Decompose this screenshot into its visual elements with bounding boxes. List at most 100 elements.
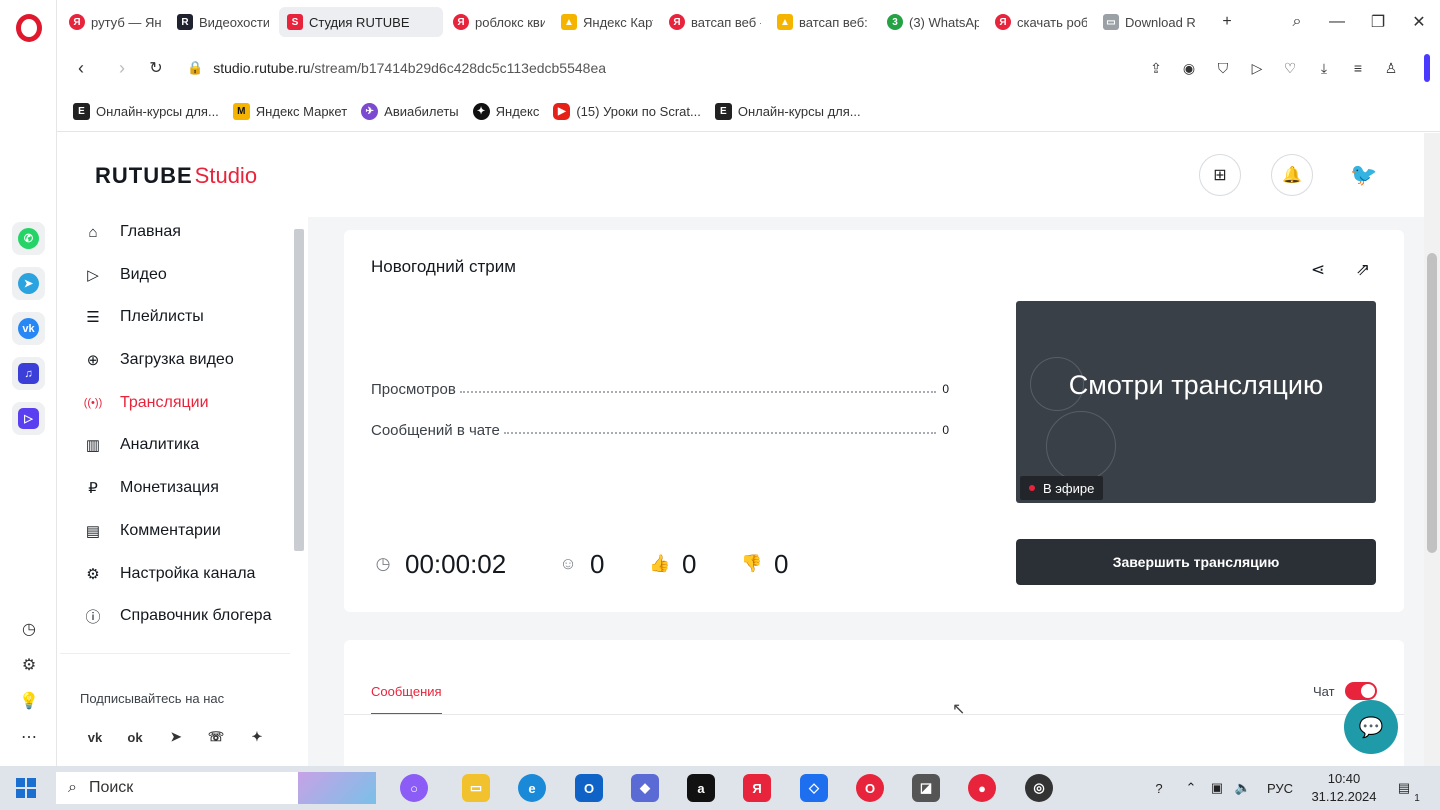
bookmark-item[interactable]: E Онлайн-курсы для... xyxy=(714,103,861,120)
nav-item-blogger-guide[interactable]: ⓘ Справочник блогера xyxy=(82,601,271,631)
nav-item-playlists[interactable]: ☰ Плейлисты xyxy=(82,302,204,332)
chat-toggle[interactable] xyxy=(1345,682,1377,700)
nav-item-channel-settings[interactable]: ⚙ Настройка канала xyxy=(82,559,255,589)
browser-tab-active[interactable]: S Студия RUTUBE xyxy=(279,7,443,37)
support-chat-button[interactable]: 💬 xyxy=(1344,700,1398,754)
url-field[interactable]: 🔒 studio.rutube.ru/stream/b17414b29d6c42… xyxy=(187,52,1247,84)
nav-item-video[interactable]: ▷ Видео xyxy=(82,260,167,290)
notifications-button[interactable]: 🔔 xyxy=(1271,154,1313,196)
help-tray-icon[interactable]: ? xyxy=(1146,778,1172,798)
edge-browser-icon[interactable]: e xyxy=(518,774,546,802)
video-sidebar-button[interactable]: ▷ xyxy=(12,402,45,435)
nav-item-monetization[interactable]: ₽ Монетизация xyxy=(82,473,219,503)
more-icon[interactable]: ⋯ xyxy=(17,725,41,749)
obs-studio-icon[interactable]: ◎ xyxy=(1025,774,1053,802)
telegram-sidebar-button[interactable]: ➤ xyxy=(12,267,45,300)
tab-messages[interactable]: Сообщения xyxy=(371,684,442,714)
chevron-up-icon[interactable]: ⌃ xyxy=(1180,778,1202,798)
restore-icon[interactable]: ❐ xyxy=(1366,10,1390,34)
browser-tab[interactable]: Яроблокс кви xyxy=(445,7,553,37)
bookmark-item[interactable]: ✦ Яндекс xyxy=(472,103,539,120)
share-page-icon[interactable]: ⇪ xyxy=(1145,57,1167,79)
volume-icon[interactable]: 🔈 xyxy=(1232,778,1254,798)
record-icon[interactable]: ● xyxy=(968,774,996,802)
home-icon: ⌂ xyxy=(88,223,98,241)
opera-taskbar-icon[interactable]: O xyxy=(856,774,884,802)
download-icon[interactable]: ⤓ xyxy=(1313,57,1335,79)
page-scrollbar[interactable] xyxy=(1424,133,1440,766)
taskbar-search[interactable]: ⌕ Поиск xyxy=(56,772,376,804)
sidebar-scrollbar[interactable] xyxy=(292,229,306,559)
bookmark-item[interactable]: ✈ Авиабилеты xyxy=(361,103,459,120)
file-explorer-icon[interactable]: ▭ xyxy=(462,774,490,802)
nav-item-analytics[interactable]: ▥ Аналитика xyxy=(82,430,199,460)
tab-label: роблокс кви xyxy=(475,14,545,30)
telegram-social-icon[interactable]: ➤ xyxy=(164,725,188,749)
copilot-icon[interactable]: ◆ xyxy=(631,774,659,802)
dropbox-icon[interactable]: ◇ xyxy=(800,774,828,802)
history-icon[interactable]: ◷ xyxy=(17,617,41,641)
windows-start-icon[interactable] xyxy=(16,778,36,798)
snapshot-camera-icon[interactable]: ◉ xyxy=(1178,57,1200,79)
amazon-icon[interactable]: a xyxy=(687,774,715,802)
ok-social-icon[interactable]: ok xyxy=(123,725,147,749)
vk-social-icon[interactable]: vk xyxy=(83,725,107,749)
zen-social-icon[interactable]: ✦ xyxy=(245,725,269,749)
opera-logo-icon[interactable] xyxy=(16,14,42,42)
alice-assistant-icon[interactable]: ○ xyxy=(400,774,428,802)
whatsapp-sidebar-button[interactable]: ✆ xyxy=(12,222,45,255)
browser-tab[interactable]: ▲ ватсап веб: xyxy=(769,7,877,37)
rutube-studio-logo[interactable]: RUTUBE Studio xyxy=(95,163,257,189)
browser-tab[interactable]: Ярутуб — Янд xyxy=(61,7,169,37)
create-plus-button[interactable]: ⊞ xyxy=(1199,154,1241,196)
display-tray-icon[interactable]: ▣ xyxy=(1206,778,1228,798)
vk-sidebar-button[interactable]: vk xyxy=(12,312,45,345)
bookmark-item[interactable]: M Яндекс Маркет xyxy=(232,103,347,120)
nav-item-upload[interactable]: ⊕ Загрузка видео xyxy=(82,345,234,375)
browser-tab[interactable]: Яватсап веб - xyxy=(661,7,769,37)
end-stream-button[interactable]: Завершить трансляцию xyxy=(1016,539,1376,585)
browser-tab[interactable]: R Видеохостин xyxy=(169,7,277,37)
tips-bulb-icon[interactable]: 💡 xyxy=(17,689,41,713)
page-scroll-thumb[interactable] xyxy=(1427,253,1437,553)
bookmark-item[interactable]: E Онлайн-курсы для... xyxy=(73,103,219,120)
language-indicator[interactable]: РУС xyxy=(1262,778,1298,798)
tab-label: Яндекс Карт xyxy=(583,14,653,30)
close-icon[interactable]: ✕ xyxy=(1407,10,1431,34)
viber-social-icon[interactable]: ☏ xyxy=(204,725,228,749)
plus-square-icon: ⊞ xyxy=(1213,167,1227,184)
browser-tab[interactable]: 3 (3) WhatsAp xyxy=(879,7,987,37)
system-clock[interactable]: 10:40 31.12.2024 xyxy=(1310,770,1378,806)
minimize-icon[interactable]: — xyxy=(1325,10,1349,34)
tab-search-icon[interactable]: ⌕ xyxy=(1285,10,1309,34)
easy-setup-icon[interactable]: ≡ xyxy=(1347,57,1369,79)
browser-tab[interactable]: ▭ Download R xyxy=(1095,7,1205,37)
bookmark-item[interactable]: ▶ (15) Уроки по Scrat... xyxy=(553,103,701,120)
nav-item-streams[interactable]: ((•)) Трансляции xyxy=(82,388,209,418)
stream-title: Новогодний стрим xyxy=(371,257,516,276)
outlook-icon[interactable]: O xyxy=(575,774,603,802)
shield-icon[interactable]: ⛉ xyxy=(1212,57,1234,79)
stream-preview[interactable]: Смотри трансляцию В эфире xyxy=(1016,301,1376,503)
player-play-icon[interactable]: ▷ xyxy=(1246,57,1268,79)
address-bar: ‹ › ↻ 🔒 studio.rutube.ru/stream/b17414b2… xyxy=(57,44,1440,92)
browser-tab[interactable]: ▲ Яндекс Карт xyxy=(553,7,661,37)
settings-icon[interactable]: ⚙ xyxy=(17,653,41,677)
browser-tab[interactable]: Яскачать роб xyxy=(987,7,1095,37)
yandex-icon[interactable]: Я xyxy=(743,774,771,802)
open-external-icon[interactable]: ⇗ xyxy=(1351,258,1375,282)
forward-arrow-icon[interactable]: › xyxy=(110,56,134,80)
share-icon[interactable]: ⋖ xyxy=(1306,258,1330,282)
nav-item-home[interactable]: ⌂ Главная xyxy=(82,217,180,247)
back-arrow-icon[interactable]: ‹ xyxy=(69,56,93,80)
avatar[interactable]: 🐦 xyxy=(1343,154,1385,196)
reload-icon[interactable]: ↻ xyxy=(144,56,168,80)
sidebar-scroll-thumb[interactable] xyxy=(294,229,304,551)
heart-icon[interactable]: ♡ xyxy=(1279,57,1301,79)
player-sidebar-button[interactable]: ♫ xyxy=(12,357,45,390)
new-tab-plus-icon[interactable]: + xyxy=(1215,10,1239,34)
nav-item-comments[interactable]: ▤ Комментарии xyxy=(82,516,221,546)
sidebar-divider xyxy=(60,653,290,654)
roblox-icon[interactable]: ◪ xyxy=(912,774,940,802)
profile-icon[interactable]: ♙ xyxy=(1380,57,1402,79)
